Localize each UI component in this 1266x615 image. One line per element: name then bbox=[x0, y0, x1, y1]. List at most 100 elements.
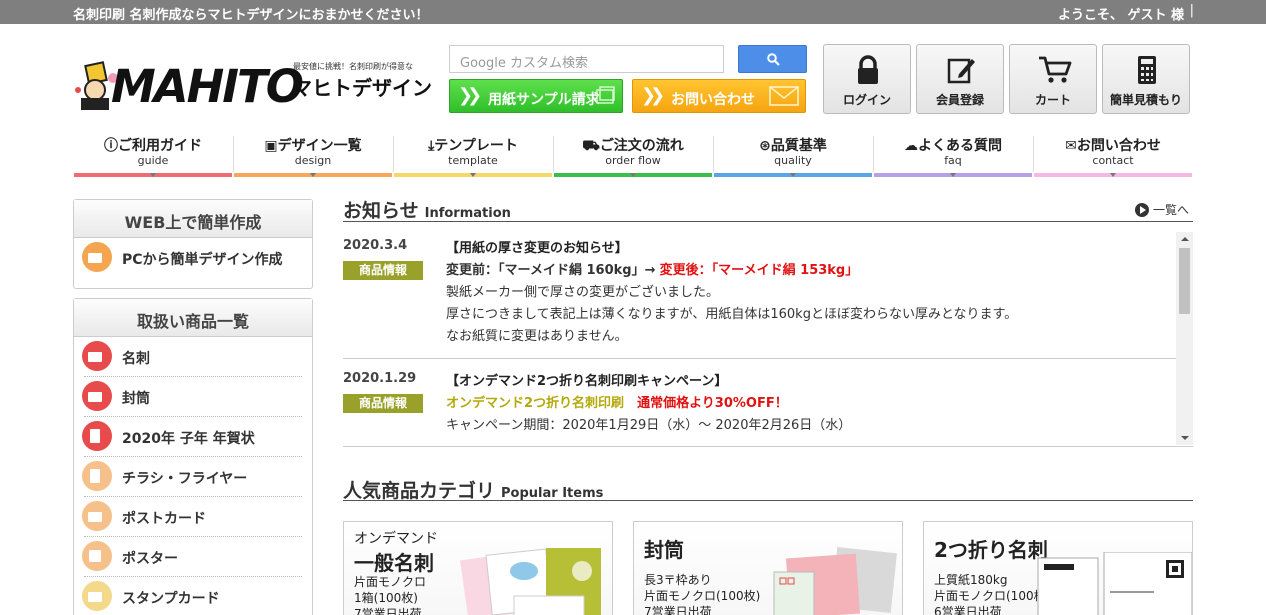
card-kicker: オンデマンド bbox=[354, 531, 438, 547]
play-circle-icon bbox=[1135, 203, 1149, 217]
popular-divider bbox=[343, 500, 1193, 501]
web-create-title: WEB上で簡単作成 bbox=[74, 200, 312, 238]
main-nav: ⓘご利用ガイド guide ▣デザイン一覧 design ⤓テンプレート tem… bbox=[73, 130, 1193, 178]
sidebar-item-meishi[interactable]: 名刺 bbox=[82, 337, 302, 377]
search-button[interactable] bbox=[738, 45, 807, 73]
login-button[interactable]: ログイン bbox=[823, 44, 911, 114]
top-bar: 名刺印刷 名刺作成ならマヒトデザインにおまかせください！ ようこそ、 ゲスト 様… bbox=[0, 0, 1266, 24]
sidebar-item-nengajo[interactable]: 2020年 子年 年賀状 bbox=[82, 417, 302, 457]
news-more-link[interactable]: 一覧へ bbox=[1135, 201, 1189, 218]
news-category-badge: 商品情報 bbox=[343, 394, 423, 413]
news-date: 2020.1.29 bbox=[343, 371, 417, 386]
card-title: 一般名刺 bbox=[354, 551, 434, 575]
monitor-icon bbox=[82, 242, 112, 272]
card-title: 封筒 bbox=[644, 538, 684, 562]
nav-arrow-icon bbox=[630, 173, 636, 177]
welcome-text: ようこそ、 ゲスト 様 bbox=[1057, 8, 1184, 23]
business-card-icon bbox=[82, 341, 112, 371]
sidebar-item-label: スタンプカード bbox=[122, 591, 220, 607]
news-list[interactable]: 2020.3.4 商品情報 【用紙の厚さ変更のお知らせ】 変更前：「マーメイド絹… bbox=[343, 232, 1193, 445]
nav-order-flow-sublabel: order flow bbox=[605, 154, 661, 167]
chat-icon: ☁ bbox=[904, 138, 918, 154]
nav-arrow-icon bbox=[1110, 173, 1116, 177]
nav-quality-sublabel: quality bbox=[774, 154, 812, 167]
news-item-divider bbox=[343, 358, 1176, 359]
poster-icon bbox=[82, 541, 112, 571]
card-specs: 長3〒枠あり 片面モノクロ(100枚) 7営業日出荷 bbox=[644, 573, 761, 615]
sidebar-item-label: ポストカード bbox=[122, 511, 206, 527]
sidebar-item-label: 2020年 子年 年賀状 bbox=[122, 431, 255, 447]
login-label: ログイン bbox=[842, 93, 891, 107]
nav-contact-sublabel: contact bbox=[1092, 154, 1134, 167]
sidebar-item-label: 名刺 bbox=[122, 351, 150, 367]
sidebar-item-poster[interactable]: ポスター bbox=[82, 537, 302, 577]
register-label: 会員登録 bbox=[935, 93, 984, 107]
register-button[interactable]: 会員登録 bbox=[916, 44, 1004, 114]
nav-quality[interactable]: ⊛品質基準 quality bbox=[714, 130, 872, 177]
topbar-separator: | bbox=[1189, 3, 1194, 18]
sidebar-item-flyer[interactable]: チラシ・フライヤー bbox=[82, 457, 302, 497]
nav-faq-label: ☁よくある質問 bbox=[904, 138, 1002, 154]
site-tagline: 名刺印刷 名刺作成ならマヒトデザインにおまかせください！ bbox=[73, 8, 429, 23]
envelope-image bbox=[773, 547, 897, 615]
news-promo-line: オンデマンド2つ折り名刺印刷 通常価格より30%OFF！ bbox=[446, 396, 788, 411]
cart-icon: ⛟ bbox=[582, 138, 600, 154]
nav-faq-sublabel: faq bbox=[944, 154, 962, 167]
news-scrollbar[interactable] bbox=[1176, 232, 1193, 445]
news-category-badge: 商品情報 bbox=[343, 261, 423, 280]
nav-order-flow-label: ⛟ご注文の流れ bbox=[582, 138, 684, 154]
nav-arrow-icon bbox=[470, 173, 476, 177]
news-change-line: 変更前：「マーメイド絹 160kg」→ 変更後：「マーメイド絹 153kg」 bbox=[446, 263, 859, 278]
postcard-icon bbox=[82, 421, 112, 451]
nav-order-flow[interactable]: ⛟ご注文の流れ order flow bbox=[554, 130, 712, 177]
sidebar-item-stamp-card[interactable]: スタンプカード bbox=[82, 577, 302, 615]
nav-design-sublabel: design bbox=[294, 154, 332, 167]
product-card-folded[interactable]: 2つ折り名刺 上質紙180kg 片面モノクロ(100枚) 6営業日出荷 bbox=[923, 521, 1193, 615]
aperture-icon: ⊛ bbox=[759, 138, 771, 154]
scroll-thumb[interactable] bbox=[1179, 248, 1190, 314]
sidebar-item-envelope[interactable]: 封筒 bbox=[82, 377, 302, 417]
paper-stack-icon bbox=[596, 86, 615, 104]
quote-button[interactable]: 簡単見積もり bbox=[1102, 44, 1190, 114]
news-date: 2020.3.4 bbox=[343, 238, 408, 253]
cart-icon bbox=[1039, 56, 1072, 83]
info-icon: ⓘ bbox=[104, 138, 118, 154]
news-divider bbox=[343, 221, 1193, 222]
nav-guide[interactable]: ⓘご利用ガイド guide bbox=[74, 130, 232, 177]
scroll-down-icon[interactable] bbox=[1181, 436, 1189, 440]
card-specs: 上質紙180kg 片面モノクロ(100枚) 6営業日出荷 bbox=[934, 573, 1051, 615]
nav-quality-label: ⊛品質基準 bbox=[759, 138, 827, 154]
site-logo[interactable]: MAHITO 最安値に挑戦！名刺印刷が得意な マヒトデザイン bbox=[73, 52, 443, 114]
sidebar-item-pc-design[interactable]: PCから簡単デザイン作成 bbox=[82, 238, 302, 278]
nav-guide-label: ⓘご利用ガイド bbox=[104, 138, 202, 154]
product-card-meishi[interactable]: オンデマンド 一般名刺 片面モノクロ 1箱(100枚) 7営業日出荷 bbox=[343, 521, 613, 615]
news-headline: 【用紙の厚さ変更のお知らせ】 bbox=[446, 241, 628, 256]
logo-name: マヒトデザイン bbox=[292, 76, 432, 100]
contact-button[interactable]: ❯❯ お問い合わせ bbox=[632, 79, 806, 113]
search-input[interactable]: Google カスタム検索 bbox=[449, 45, 724, 73]
nav-arrow-icon bbox=[950, 173, 956, 177]
nav-design[interactable]: ▣デザイン一覧 design bbox=[234, 130, 392, 177]
nav-contact[interactable]: ✉お問い合わせ contact bbox=[1034, 130, 1192, 177]
sample-request-button[interactable]: ❯❯ 用紙サンプル請求 bbox=[449, 79, 623, 113]
nav-arrow-icon bbox=[310, 173, 316, 177]
pen-icon bbox=[947, 58, 975, 84]
cart-label: カート bbox=[1034, 93, 1071, 107]
sidebar-item-label: PCから簡単デザイン作成 bbox=[122, 252, 283, 268]
products-title: 取扱い商品一覧 bbox=[74, 299, 312, 337]
double-chevron-icon: ❯❯ bbox=[641, 85, 665, 106]
contact-label: お問い合わせ bbox=[671, 92, 755, 108]
nav-template[interactable]: ⤓テンプレート template bbox=[394, 130, 552, 177]
sidebar-item-postcard[interactable]: ポストカード bbox=[82, 497, 302, 537]
cart-button[interactable]: カート bbox=[1009, 44, 1097, 114]
nav-faq[interactable]: ☁よくある質問 faq bbox=[874, 130, 1032, 177]
lock-icon bbox=[858, 55, 878, 84]
sidebar-item-label: 封筒 bbox=[122, 391, 150, 407]
business-card-image bbox=[460, 548, 601, 615]
scroll-up-icon[interactable] bbox=[1181, 237, 1189, 241]
nav-arrow-icon bbox=[150, 173, 156, 177]
nav-guide-sublabel: guide bbox=[137, 154, 169, 167]
product-card-envelope[interactable]: 封筒 長3〒枠あり 片面モノクロ(100枚) 7営業日出荷 bbox=[633, 521, 903, 615]
stamp-card-icon bbox=[82, 581, 112, 611]
card-title: 2つ折り名刺 bbox=[934, 538, 1048, 562]
